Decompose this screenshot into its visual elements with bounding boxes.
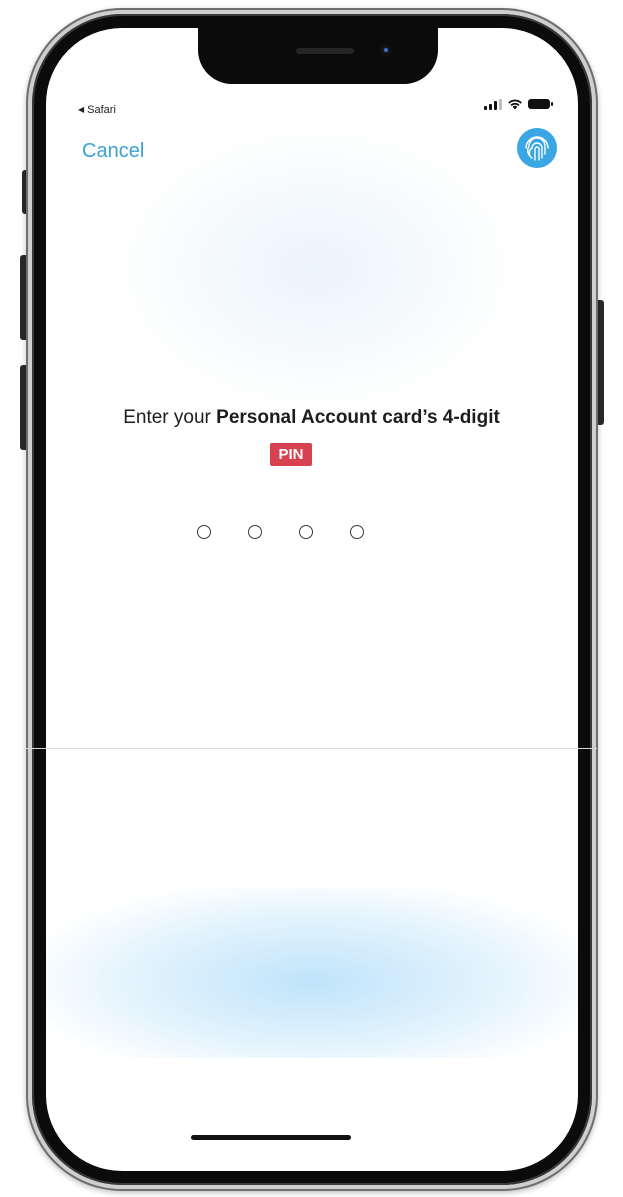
wifi-icon: [508, 99, 522, 110]
battery-icon: [528, 99, 553, 109]
notch: [198, 28, 438, 84]
status-icons: [484, 98, 553, 110]
pin-prompt: Enter your Personal Account card’s 4-dig…: [0, 405, 623, 431]
pin-badge: PIN: [270, 443, 312, 466]
phone-frame: ◀ Safari Cancel: [26, 8, 598, 1191]
pin-dot: [197, 525, 211, 539]
keypad-divider: [26, 748, 597, 749]
background-glow-top: [106, 118, 526, 418]
back-triangle-icon: ◀: [78, 105, 85, 114]
back-to-app-link[interactable]: ◀ Safari: [78, 104, 116, 116]
phone-screen: ◀ Safari Cancel: [46, 28, 578, 1171]
prompt-lead: Enter your: [123, 407, 211, 428]
phone-bezel: ◀ Safari Cancel: [32, 14, 592, 1185]
device-mockup: ◀ Safari Cancel Enter your Personal Acco…: [0, 0, 623, 1197]
fingerprint-button[interactable]: [516, 127, 558, 169]
cellular-signal-icon: [484, 98, 502, 110]
pin-dot: [350, 525, 364, 539]
pin-dot: [299, 525, 313, 539]
background-glow-bottom: [46, 888, 578, 1058]
home-indicator[interactable]: [191, 1135, 351, 1140]
front-camera-icon: [380, 44, 392, 56]
pin-dot: [248, 525, 262, 539]
back-app-label: Safari: [87, 104, 116, 116]
fingerprint-icon: [517, 128, 557, 168]
earpiece-speaker: [296, 48, 354, 54]
prompt-emphasis: Personal Account card’s 4-digit: [216, 407, 500, 428]
pin-dots: [197, 525, 364, 539]
cancel-button[interactable]: Cancel: [82, 140, 144, 163]
